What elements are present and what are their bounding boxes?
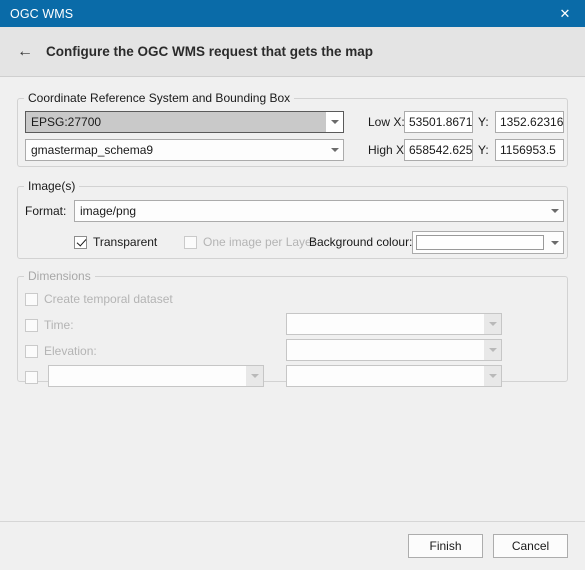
time-combobox	[286, 313, 502, 335]
low-y-input[interactable]: 1352.62316	[495, 111, 564, 133]
create-temporal-dataset-label: Create temporal dataset	[44, 292, 173, 306]
high-y-input[interactable]: 1156953.5	[495, 139, 564, 161]
extra-dimension-checkbox	[25, 368, 38, 386]
high-x-value: 658542.625	[409, 143, 473, 157]
one-image-per-layer-label: One image per Layer	[203, 235, 316, 249]
layer-value: gmastermap_schema9	[31, 143, 154, 157]
chevron-down-icon	[326, 140, 343, 160]
low-x-input[interactable]: 53501.8671	[404, 111, 473, 133]
close-icon[interactable]: ✕	[545, 0, 585, 27]
extra-dimension-name-combobox	[48, 365, 264, 387]
crs-bounding-box-group: Coordinate Reference System and Bounding…	[17, 91, 568, 167]
low-x-value: 53501.8671	[409, 115, 473, 129]
high-x-label: High X:	[368, 143, 408, 157]
checkbox-box	[184, 235, 197, 249]
images-group-legend: Image(s)	[28, 179, 76, 193]
epsg-combobox[interactable]: EPSG:27700	[25, 111, 344, 133]
dimensions-group: Dimensions Create temporal dataset Time:…	[17, 269, 568, 387]
epsg-value: EPSG:27700	[31, 115, 102, 129]
chevron-down-icon	[546, 201, 563, 221]
images-group: Image(s) Format: image/png Transparent O…	[17, 179, 568, 259]
format-combobox[interactable]: image/png	[74, 200, 564, 222]
format-value: image/png	[80, 204, 137, 218]
low-x-label: Low X:	[368, 115, 405, 129]
crs-group-legend: Coordinate Reference System and Bounding…	[28, 91, 291, 105]
dialog-header: ← Configure the OGC WMS request that get…	[0, 27, 585, 77]
dialog-body: Coordinate Reference System and Bounding…	[0, 77, 585, 521]
background-colour-combobox[interactable]	[412, 231, 564, 254]
dimensions-group-legend: Dimensions	[28, 269, 91, 283]
layer-combobox[interactable]: gmastermap_schema9	[25, 139, 344, 161]
one-image-per-layer-checkbox: One image per Layer	[184, 233, 316, 251]
elevation-checkbox: Elevation:	[25, 342, 97, 360]
format-label: Format:	[25, 204, 67, 218]
create-temporal-dataset-checkbox: Create temporal dataset	[25, 290, 173, 308]
high-x-input[interactable]: 658542.625	[404, 139, 473, 161]
chevron-down-icon	[546, 232, 563, 253]
page-title: Configure the OGC WMS request that gets …	[46, 44, 374, 59]
transparent-label: Transparent	[93, 235, 158, 249]
checkbox-box	[74, 235, 87, 249]
elevation-label: Elevation:	[44, 344, 97, 358]
low-y-value: 1352.62316	[500, 115, 564, 129]
window-title: OGC WMS	[10, 6, 74, 21]
elevation-combobox	[286, 339, 502, 361]
checkbox-box	[25, 318, 38, 332]
time-checkbox: Time:	[25, 316, 74, 334]
chevron-down-icon	[484, 366, 501, 386]
title-bar: OGC WMS ✕	[0, 0, 585, 27]
low-y-label: Y:	[478, 115, 489, 129]
background-colour-label: Background colour:	[309, 235, 413, 249]
ogc-wms-dialog: OGC WMS ✕ ← Configure the OGC WMS reques…	[0, 0, 585, 570]
checkbox-box	[25, 292, 38, 306]
checkbox-box	[25, 370, 38, 384]
back-arrow-icon[interactable]: ←	[12, 43, 38, 60]
chevron-down-icon	[484, 314, 501, 334]
checkbox-box	[25, 344, 38, 358]
time-label: Time:	[44, 318, 74, 332]
background-colour-swatch	[416, 235, 544, 250]
chevron-down-icon	[484, 340, 501, 360]
dialog-footer: Finish Cancel	[0, 521, 585, 570]
high-y-label: Y:	[478, 143, 489, 157]
cancel-button[interactable]: Cancel	[493, 534, 568, 558]
chevron-down-icon	[246, 366, 263, 386]
high-y-value: 1156953.5	[500, 143, 556, 157]
chevron-down-icon	[326, 112, 343, 132]
finish-button[interactable]: Finish	[408, 534, 483, 558]
extra-dimension-value-combobox	[286, 365, 502, 387]
transparent-checkbox[interactable]: Transparent	[74, 233, 157, 251]
